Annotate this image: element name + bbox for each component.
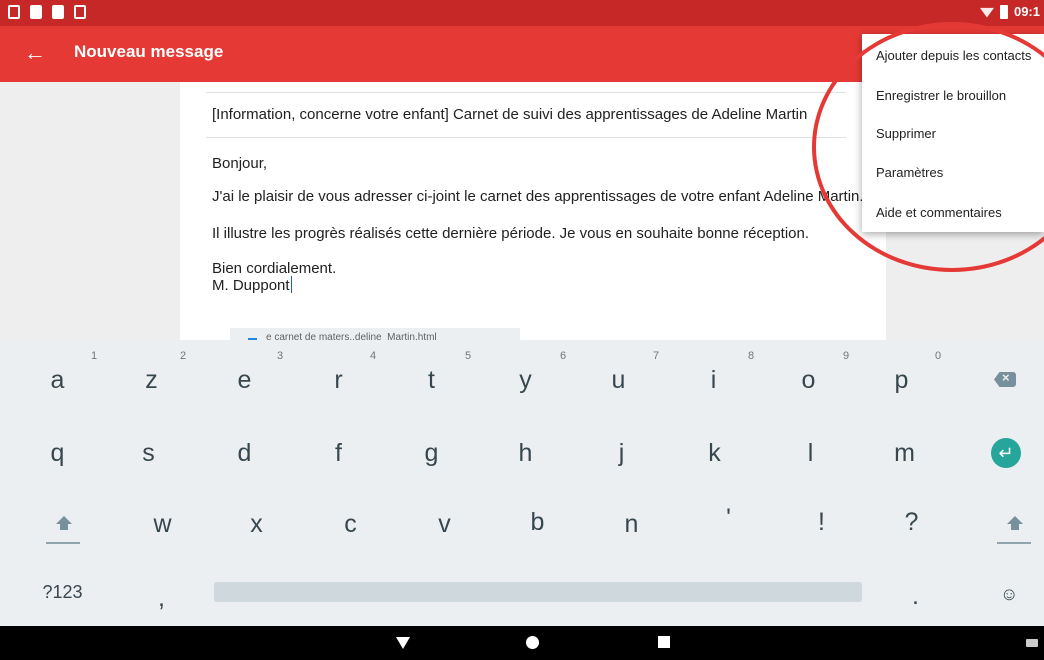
key-e[interactable]: e (197, 366, 292, 395)
menu-item-settings[interactable]: Paramètres (876, 165, 943, 180)
shift-underline (46, 542, 80, 544)
key-i[interactable]: i (666, 366, 761, 395)
key-p[interactable]: p (854, 366, 949, 395)
shift-key-right[interactable] (997, 508, 1037, 548)
key-a[interactable]: a (10, 366, 105, 395)
key-x[interactable]: x (209, 510, 304, 539)
shift-icon (56, 516, 72, 524)
key-h[interactable]: h (478, 439, 573, 468)
backspace-icon: × (1002, 370, 1010, 385)
nav-back-icon[interactable] (396, 637, 410, 649)
shift-key-left[interactable] (46, 508, 86, 548)
symbols-key[interactable]: ?123 (15, 582, 110, 603)
body-line-intro[interactable]: J'ai le plaisir de vous adresser ci-join… (212, 188, 864, 205)
key-k[interactable]: k (667, 439, 762, 468)
key-c[interactable]: c (303, 510, 398, 539)
status-bar: 09:1 (0, 0, 1044, 26)
key-b[interactable]: b (490, 508, 585, 537)
key-n[interactable]: n (584, 510, 679, 539)
shift-icon (1007, 516, 1023, 524)
bag-notification-icon (30, 5, 42, 19)
key-y[interactable]: y (478, 366, 573, 395)
divider (206, 92, 846, 93)
key-exclamation[interactable]: ! (774, 508, 869, 537)
key-f[interactable]: f (291, 439, 386, 468)
system-status: 09:1 (979, 4, 1040, 19)
signature-text: M. Duppont (212, 277, 290, 294)
key-comma[interactable]: , (114, 584, 209, 613)
battery-icon (999, 4, 1008, 19)
key-t[interactable]: t (384, 366, 479, 395)
key-j[interactable]: j (574, 439, 669, 468)
menu-item-help-feedback[interactable]: Aide et commentaires (876, 205, 1002, 220)
menu-item-save-draft[interactable]: Enregistrer le brouillon (876, 88, 1006, 103)
key-u[interactable]: u (571, 366, 666, 395)
overflow-menu: Ajouter depuis les contacts Enregistrer … (862, 34, 1044, 232)
key-hint-0: 0 (935, 350, 942, 362)
key-r[interactable]: r (291, 366, 386, 395)
nav-recents-icon[interactable] (658, 636, 670, 648)
shift-icon-stem (1011, 524, 1019, 530)
key-s[interactable]: s (101, 439, 196, 468)
navigation-bar (0, 626, 1044, 660)
key-hint-4: 4 (370, 350, 377, 362)
body-line-progress[interactable]: Il illustre les progrès réalisés cette d… (212, 225, 809, 242)
key-z[interactable]: z (104, 366, 199, 395)
shift-underline (997, 542, 1031, 544)
sd-card-notification-icon (52, 5, 64, 19)
key-hint-3: 3 (277, 350, 284, 362)
gallery-notification-icon (8, 5, 20, 19)
divider (206, 137, 846, 138)
key-hint-7: 7 (653, 350, 660, 362)
image-notification-icon (74, 5, 86, 19)
key-d[interactable]: d (197, 439, 292, 468)
key-q[interactable]: q (10, 439, 105, 468)
back-arrow-icon[interactable]: ← (24, 40, 46, 66)
key-hint-8: 8 (748, 350, 755, 362)
nav-home-icon[interactable] (526, 636, 539, 649)
body-line-signature[interactable]: M. Duppont (212, 276, 292, 294)
key-apostrophe[interactable]: ' (681, 504, 776, 533)
key-period[interactable]: . (868, 582, 963, 611)
text-cursor (290, 276, 292, 293)
key-g[interactable]: g (384, 439, 479, 468)
clock: 09:1 (1013, 4, 1040, 19)
subject-field[interactable]: [Information, concerne votre enfant] Car… (212, 106, 807, 123)
key-w[interactable]: w (115, 510, 210, 539)
key-hint-1: 1 (91, 350, 98, 362)
key-m[interactable]: m (857, 439, 952, 468)
key-hint-9: 9 (843, 350, 850, 362)
shift-icon-stem (60, 524, 68, 530)
key-o[interactable]: o (761, 366, 856, 395)
key-v[interactable]: v (397, 510, 492, 539)
body-line-greeting[interactable]: Bonjour, (212, 155, 267, 172)
spacebar[interactable] (214, 582, 862, 602)
notification-icons (8, 5, 86, 19)
emoji-key-icon[interactable]: ☺ (1000, 584, 1018, 605)
key-question[interactable]: ? (864, 508, 959, 537)
key-hint-5: 5 (465, 350, 472, 362)
enter-key[interactable]: ↵ (991, 438, 1021, 468)
key-hint-2: 2 (180, 350, 187, 362)
keyboard-switch-icon[interactable] (1026, 639, 1038, 647)
wifi-icon (979, 7, 994, 18)
key-l[interactable]: l (763, 439, 858, 468)
menu-item-add-from-contacts[interactable]: Ajouter depuis les contacts (876, 48, 1031, 63)
body-line-closing[interactable]: Bien cordialement. (212, 260, 336, 277)
page-title: Nouveau message (74, 42, 224, 61)
key-hint-6: 6 (560, 350, 567, 362)
menu-item-delete[interactable]: Supprimer (876, 126, 936, 141)
